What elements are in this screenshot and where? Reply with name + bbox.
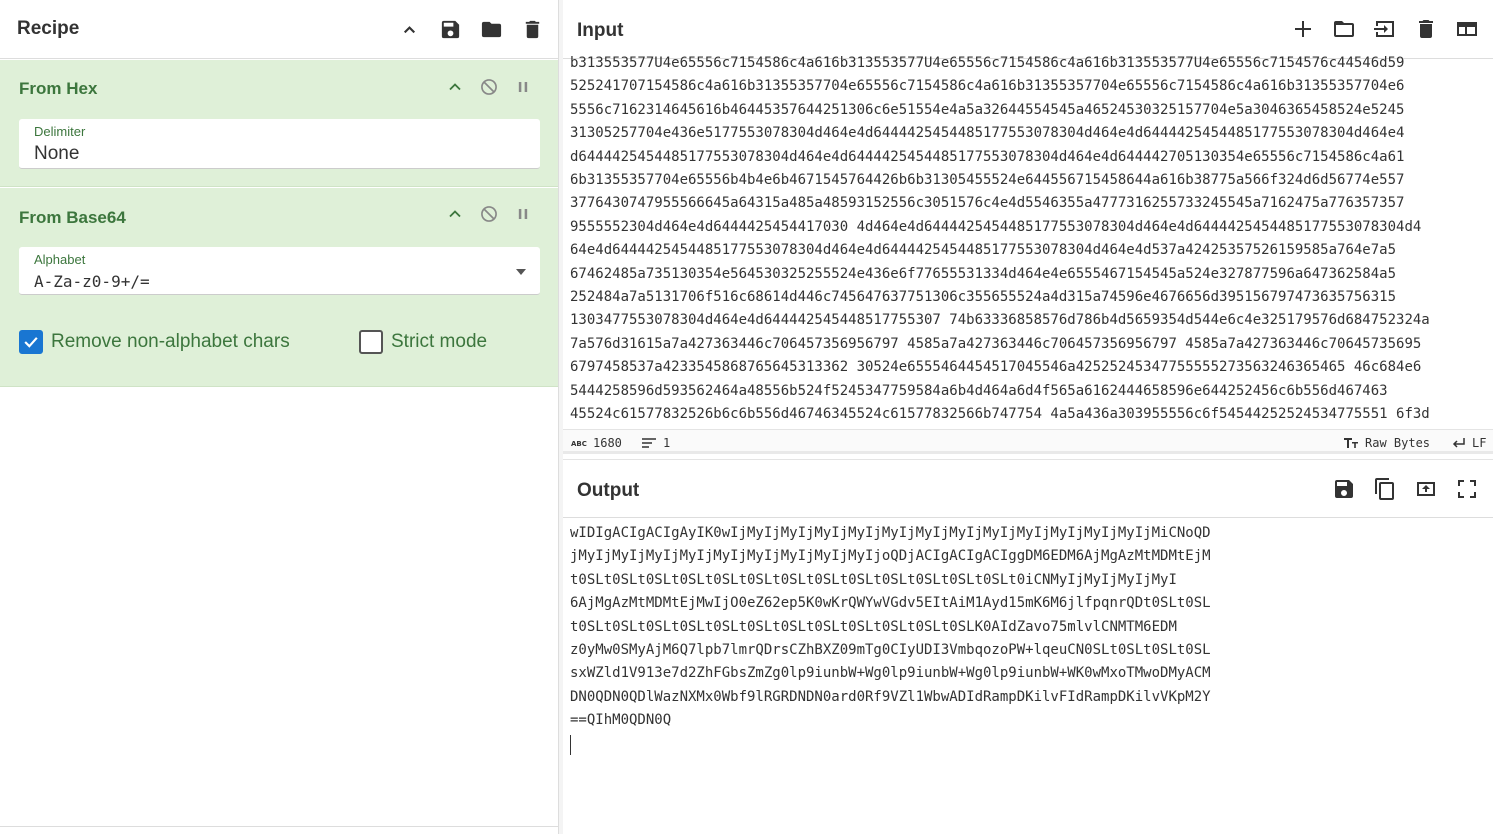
clear-input-button[interactable] (1414, 17, 1438, 41)
collapse-icon[interactable] (445, 77, 465, 97)
maximize-icon (1458, 480, 1476, 498)
input-line: 67462485a735130354e564530325255524e436e6… (570, 265, 1397, 282)
load-recipe-button[interactable] (480, 18, 503, 41)
input-line: 3776430747955566645a64315a485a4859315255… (570, 195, 1405, 212)
input-line: 45524c61577832526b6c6b556d46746345524c61… (570, 406, 1430, 423)
copy-output-button[interactable] (1373, 477, 1397, 501)
chevron-down-icon[interactable] (516, 269, 526, 275)
input-line: 31305257704e436e5177553078304d464e4d6444… (570, 125, 1405, 142)
input-line: b313553577U4e65556c7154586c4a616b3135535… (570, 55, 1405, 71)
replace-input-button[interactable] (1414, 477, 1438, 501)
input-line: 5556c7162314645616b46445357644251306c6e5… (570, 101, 1405, 118)
input-textarea[interactable]: b313553577U4e65556c7154586c4a616b3135535… (570, 52, 1485, 424)
save-icon (441, 20, 460, 39)
base64-options: Remove non-alphabet chars Strict mode (0, 313, 558, 387)
line-count: 1 (641, 436, 670, 450)
collapse-icon[interactable] (445, 204, 465, 224)
input-line: 252484a7a5131706f516c68614d446c745647637… (570, 289, 1397, 306)
input-status-bar: ABC 1680 1 Raw Bytes LF (563, 429, 1493, 454)
operation-title: From Base64 (19, 208, 126, 227)
clear-recipe-button[interactable] (521, 18, 544, 41)
open-folder-button[interactable] (1373, 17, 1397, 41)
import-icon (1374, 21, 1394, 37)
output-line: t0SLt0SLt0SLt0SLt0SLt0SLt0SLt0SLt0SLt0SL… (570, 571, 1177, 588)
abc-icon: ABC (571, 440, 587, 448)
output-textarea[interactable]: wIDIgACIgACIgAyIK0wIjMyIjMyIjMyIjMyIjMyI… (570, 522, 1485, 752)
input-line: 6b31355357704e65556b4b4e6b4671545764426b… (570, 172, 1405, 189)
svg-text:ABC: ABC (571, 440, 587, 448)
alphabet-label: Alphabet (34, 252, 86, 267)
char-count: ABC 1680 (571, 436, 622, 450)
reset-layout-button[interactable] (1455, 17, 1479, 41)
folder-icon (481, 21, 502, 38)
checkbox-label: Remove non-alphabet chars (51, 331, 290, 352)
output-line: ==QIhM0QDN0Q (570, 712, 672, 729)
output-title: Output (577, 480, 640, 501)
input-header: Input (563, 0, 1493, 59)
strict-mode-checkbox[interactable]: Strict mode (359, 330, 487, 354)
input-line: d6444425454485177553078304d464e4d6444425… (570, 148, 1405, 165)
operation-from-base64: From Base64 Alphabet A-Za-z0-9+/= (0, 188, 558, 314)
pause-icon[interactable] (513, 204, 533, 224)
output-line: z0yMw0SMyAjM6Q7lpb7lmrQDrsCZhBXZ09mTg0CI… (570, 642, 1211, 659)
delimiter-value: None (34, 143, 80, 164)
operation-from-hex: From Hex Delimiter None (0, 60, 558, 187)
input-line: 1303477553078304d464e4d64444254544851775… (570, 312, 1430, 329)
output-line: jMyIjMyIjMyIjMyIjMyIjMyIjMyIjMyIjMyIjoQD… (570, 548, 1211, 565)
save-icon (1335, 480, 1353, 498)
add-tab-button[interactable] (1291, 17, 1315, 41)
recipe-header: Recipe (0, 0, 558, 59)
input-line: 7a576d31615a7a427363446c706457356956797 … (570, 335, 1422, 352)
maximize-output-button[interactable] (1455, 477, 1479, 501)
folder-icon (1334, 21, 1354, 37)
open-file-button[interactable] (1332, 17, 1356, 41)
remove-non-alphabet-checkbox[interactable]: Remove non-alphabet chars (19, 330, 290, 354)
delimiter-label: Delimiter (34, 124, 86, 139)
input-title: Input (577, 20, 624, 41)
input-line: 525241707154586c4a616b31355357704e65556c… (570, 78, 1405, 95)
checkbox-label: Strict mode (391, 331, 488, 352)
disable-icon[interactable] (479, 204, 499, 224)
input-line: 6797458537a4233545868765645313362 30524e… (570, 359, 1422, 376)
output-line: DN0QDN0QDlWazNXMx0Wbf9lRGRDNDN0ard0Rf9VZ… (570, 688, 1211, 705)
recipe-title: Recipe (17, 18, 80, 39)
chevron-up-icon[interactable] (398, 18, 421, 41)
alphabet-select[interactable]: Alphabet A-Za-z0-9+/= (19, 247, 540, 295)
trash-icon (1419, 20, 1433, 38)
delimiter-field[interactable]: Delimiter None (19, 119, 540, 169)
text-cursor (570, 735, 571, 755)
save-recipe-button[interactable] (439, 18, 462, 41)
checkbox-checked-icon[interactable] (19, 330, 43, 354)
output-line: sxWZld1V913e7d2ZhFGbsZmZg0lp9iunbW+Wg0lp… (570, 665, 1211, 682)
checkbox-unchecked-icon[interactable] (359, 330, 383, 354)
font-size-icon (1344, 438, 1358, 448)
lines-icon (642, 438, 656, 448)
return-icon (1452, 438, 1465, 448)
input-line: 9555552304d464e4d6444425454417030 4d464e… (570, 218, 1422, 235)
operation-title: From Hex (19, 79, 98, 98)
input-line: 64e4d6444425454485177553078304d464e4d644… (570, 242, 1397, 259)
plus-icon (1295, 21, 1311, 37)
encoding-selector[interactable]: Raw Bytes (1343, 436, 1430, 450)
pause-icon[interactable] (513, 77, 533, 97)
save-output-button[interactable] (1332, 477, 1356, 501)
output-line: t0SLt0SLt0SLt0SLt0SLt0SLt0SLt0SLt0SLt0SL… (570, 618, 1177, 635)
trash-icon (525, 20, 540, 39)
disable-icon[interactable] (479, 77, 499, 97)
output-header: Output (563, 459, 1493, 518)
layout-icon (1457, 22, 1477, 36)
output-line: wIDIgACIgACIgAyIK0wIjMyIjMyIjMyIjMyIjMyI… (570, 525, 1211, 541)
input-line: 5444258596d593562464a48556b524f524534775… (570, 382, 1388, 399)
alphabet-value: A-Za-z0-9+/= (34, 272, 150, 291)
replace-input-icon (1417, 482, 1435, 496)
io-pane: Input b313553577U4e65556c7154586c4a616b3… (563, 0, 1493, 834)
copy-icon (1375, 478, 1394, 500)
recipe-pane: Recipe From Hex Delimiter None From Base… (0, 0, 559, 834)
recipe-footer-divider (0, 826, 558, 834)
output-line: 6AjMgAzMtMDMtEjMwIjO0eZ62ep5K0wKrQWYwVGd… (570, 595, 1211, 612)
eol-selector[interactable]: LF (1450, 436, 1486, 450)
